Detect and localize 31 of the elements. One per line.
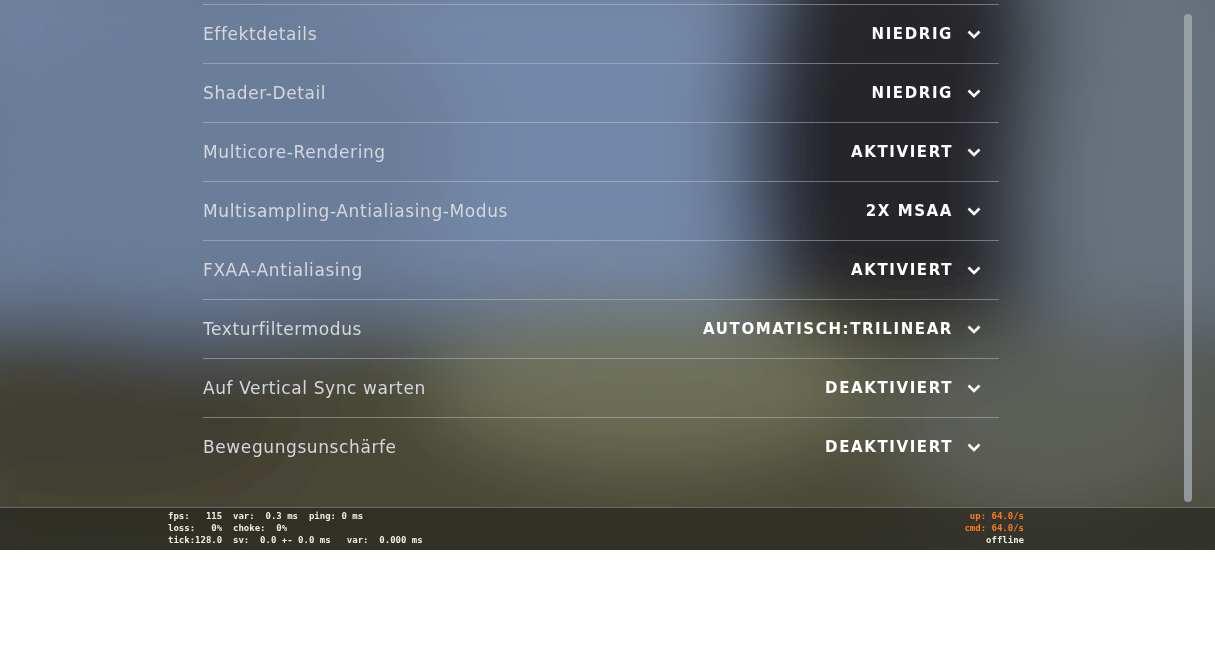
chevron-icon — [967, 442, 981, 452]
chevron-icon — [967, 383, 981, 393]
chevron-icon — [967, 147, 981, 157]
setting-label: Auf Vertical Sync warten — [203, 378, 426, 398]
net-graph-text: offline — [986, 534, 1024, 546]
setting-label: Bewegungsunschärfe — [203, 437, 397, 457]
setting-dropdown[interactable]: AKTIVIERT — [845, 257, 999, 283]
setting-label: Multicore-Rendering — [203, 142, 386, 162]
chevron-icon — [967, 88, 981, 98]
net-graph-text: loss: 0% choke: 0% — [168, 522, 289, 534]
setting-dropdown[interactable]: 2X MSAA — [859, 198, 999, 224]
setting-label: Shader-Detail — [203, 83, 327, 103]
setting-dropdown[interactable]: DEAKTIVIERT — [819, 375, 999, 401]
chevron-icon — [967, 324, 981, 334]
net-graph-text: tick:128.0 sv: 0.0 +- 0.0 ms var: 0.000 ms — [168, 534, 423, 546]
net-graph-text: up: 64.0/s — [969, 510, 1024, 522]
chevron-icon — [967, 29, 981, 39]
setting-dropdown[interactable]: NIEDRIG — [865, 80, 999, 106]
setting-dropdown[interactable]: NIEDRIG — [865, 21, 999, 47]
chevron-icon — [967, 265, 981, 275]
setting-dropdown[interactable]: AUTOMATISCH:TRILINEAR — [697, 316, 999, 342]
setting-dropdown[interactable]: DEAKTIVIERT — [819, 434, 999, 460]
setting-label: FXAA-Antialiasing — [203, 260, 363, 280]
setting-label: Effektdetails — [203, 24, 318, 44]
net-graph-text: fps: 115 var: 0.3 ms ping: 0 ms — [168, 510, 365, 522]
setting-label: Texturfiltermodus — [203, 319, 362, 339]
setting-label: Multisampling-Antialiasing-Modus — [203, 201, 508, 221]
net-graph-text: cmd: 64.0/s — [964, 522, 1024, 534]
setting-dropdown[interactable]: AKTIVIERT — [845, 139, 999, 165]
scrollbar[interactable] — [1184, 14, 1192, 502]
chevron-icon — [967, 206, 981, 216]
